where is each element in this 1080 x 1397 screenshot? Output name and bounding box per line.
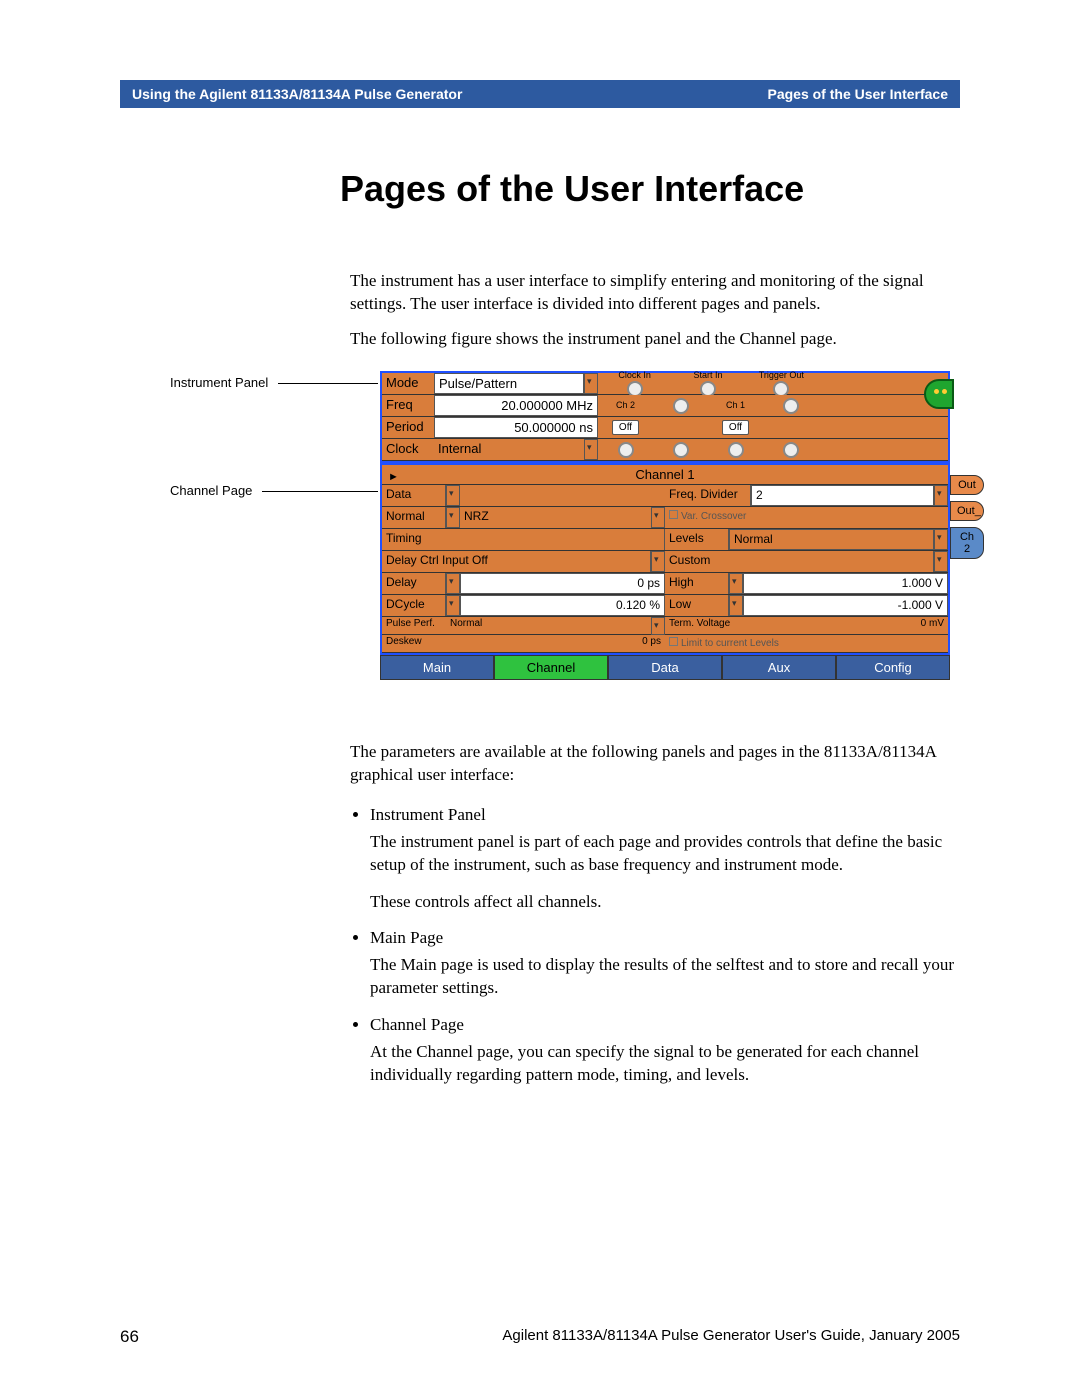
tab-aux[interactable]: Aux — [722, 655, 836, 680]
chevron-down-icon[interactable] — [651, 617, 665, 635]
callout-line — [262, 491, 378, 492]
bullet-body: These controls affect all channels. — [370, 891, 960, 914]
ch1-off-button[interactable]: Off — [722, 420, 749, 435]
chevron-down-icon[interactable] — [651, 507, 665, 528]
high-label: High — [665, 573, 729, 594]
ch1-label: Ch 1 — [726, 400, 745, 410]
port-icon — [618, 442, 634, 458]
ch1-port-icon — [783, 398, 799, 414]
chevron-down-icon[interactable] — [934, 551, 948, 572]
term-voltage-value[interactable]: 0 mV — [751, 617, 948, 634]
dcycle-field[interactable]: 0.120 % — [460, 595, 665, 616]
levels-label: Levels — [665, 529, 729, 550]
page-header: Using the Agilent 81133A/81134A Pulse Ge… — [120, 80, 960, 108]
intro-p1: The instrument has a user interface to s… — [350, 270, 960, 316]
bullet-channel-page: Channel Page — [370, 1015, 464, 1034]
data-label: Data — [382, 485, 446, 506]
ch2-tab[interactable]: Ch 2 — [950, 527, 984, 559]
port-icon — [673, 442, 689, 458]
period-label: Period — [382, 417, 434, 438]
chevron-down-icon[interactable] — [934, 529, 948, 550]
deskew-label: Deskew — [382, 635, 446, 652]
high-field[interactable]: 1.000 V — [743, 573, 948, 594]
bullet-main-page: Main Page — [370, 928, 443, 947]
start-in-label: Start In — [693, 370, 722, 380]
limit-levels-checkbox[interactable]: Limit to current Levels — [665, 635, 948, 652]
instrument-panel: Mode Pulse/Pattern Clock In Start In Tri… — [380, 371, 950, 463]
nrz-dropdown[interactable]: NRZ — [460, 507, 651, 528]
mode-dropdown[interactable]: Pulse/Pattern — [434, 373, 584, 394]
delay-field[interactable]: 0 ps — [460, 573, 665, 594]
var-crossover-checkbox[interactable]: Var. Crossover — [665, 507, 948, 528]
callout-line — [278, 383, 378, 384]
tab-channel[interactable]: Channel — [494, 655, 608, 680]
trigger-out-label: Trigger Out — [759, 370, 804, 380]
header-right: Pages of the User Interface — [767, 86, 948, 102]
chevron-down-icon[interactable] — [446, 485, 460, 506]
custom-dropdown[interactable]: Custom — [665, 551, 934, 572]
bullet-body: The Main page is used to display the res… — [370, 954, 960, 1000]
mode-label: Mode — [382, 373, 434, 394]
page-footer: 66 Agilent 81133A/81134A Pulse Generator… — [120, 1327, 960, 1347]
levels-mode-dropdown[interactable]: Normal — [729, 529, 934, 550]
ch2-port-icon — [673, 398, 689, 414]
term-voltage-label: Term. Voltage — [665, 617, 751, 634]
chevron-down-icon[interactable] — [729, 573, 743, 594]
power-indicator-icon — [924, 379, 954, 409]
dcycle-label: DCycle — [382, 595, 446, 616]
clock-dropdown[interactable]: Internal — [434, 439, 584, 460]
page-title: Pages of the User Interface — [340, 168, 960, 210]
out-tab[interactable]: Out — [950, 475, 984, 495]
low-field[interactable]: -1.000 V — [743, 595, 948, 616]
port-icon — [783, 442, 799, 458]
freq-divider-field[interactable]: 2 — [751, 485, 934, 506]
chevron-down-icon[interactable] — [729, 595, 743, 616]
period-field[interactable]: 50.000000 ns — [434, 417, 598, 438]
bullet-instrument-panel: Instrument Panel — [370, 805, 486, 824]
delay-label: Delay — [382, 573, 446, 594]
after-figure-text: The parameters are available at the foll… — [350, 741, 960, 787]
page-number: 66 — [120, 1327, 139, 1347]
bullet-list: Instrument Panel The instrument panel is… — [350, 804, 960, 1087]
port-icon — [728, 442, 744, 458]
chevron-down-icon[interactable] — [651, 551, 665, 572]
ch2-off-button[interactable]: Off — [612, 420, 639, 435]
chevron-down-icon[interactable] — [446, 573, 460, 594]
header-left: Using the Agilent 81133A/81134A Pulse Ge… — [132, 86, 462, 102]
chevron-down-icon[interactable] — [934, 485, 948, 506]
callout-channel-page: Channel Page — [170, 483, 252, 498]
timing-label: Timing — [382, 529, 665, 550]
intro-p2: The following figure shows the instrumen… — [350, 328, 960, 351]
pulse-perf-label: Pulse Perf. — [382, 617, 446, 634]
chevron-down-icon[interactable] — [446, 595, 460, 616]
instrument-ui: Mode Pulse/Pattern Clock In Start In Tri… — [380, 371, 950, 680]
clock-in-label: Clock In — [618, 370, 651, 380]
chevron-down-icon[interactable] — [446, 507, 460, 528]
bullet-body: The instrument panel is part of each pag… — [370, 831, 960, 877]
tab-data[interactable]: Data — [608, 655, 722, 680]
callout-instrument-panel: Instrument Panel — [170, 375, 268, 390]
freq-label: Freq — [382, 395, 434, 416]
footer-text: Agilent 81133A/81134A Pulse Generator Us… — [502, 1327, 960, 1347]
tab-main[interactable]: Main — [380, 655, 494, 680]
clock-label: Clock — [382, 439, 434, 460]
pulse-perf-value[interactable]: Normal — [446, 617, 651, 634]
bottom-tab-bar: Main Channel Data Aux Config — [380, 655, 950, 680]
bullet-body: At the Channel page, you can specify the… — [370, 1041, 960, 1087]
deskew-value[interactable]: 0 ps — [446, 635, 665, 652]
ui-figure: Instrument Panel Channel Page Mode Pulse… — [120, 371, 960, 721]
chevron-down-icon[interactable] — [584, 439, 598, 460]
channel-panel: Out Out_ Ch 2 Channel 1 Data Normal — [380, 463, 950, 655]
freq-divider-label: Freq. Divider — [665, 485, 751, 506]
delay-ctrl-dropdown[interactable]: Delay Ctrl Input Off — [382, 551, 651, 572]
channel-header: Channel 1 — [382, 465, 948, 485]
normal-dropdown[interactable]: Normal — [382, 507, 446, 528]
ch2-label: Ch 2 — [616, 400, 635, 410]
chevron-down-icon[interactable] — [584, 373, 598, 394]
tab-config[interactable]: Config — [836, 655, 950, 680]
out-bar-tab[interactable]: Out_ — [950, 501, 984, 521]
freq-field[interactable]: 20.000000 MHz — [434, 395, 598, 416]
low-label: Low — [665, 595, 729, 616]
